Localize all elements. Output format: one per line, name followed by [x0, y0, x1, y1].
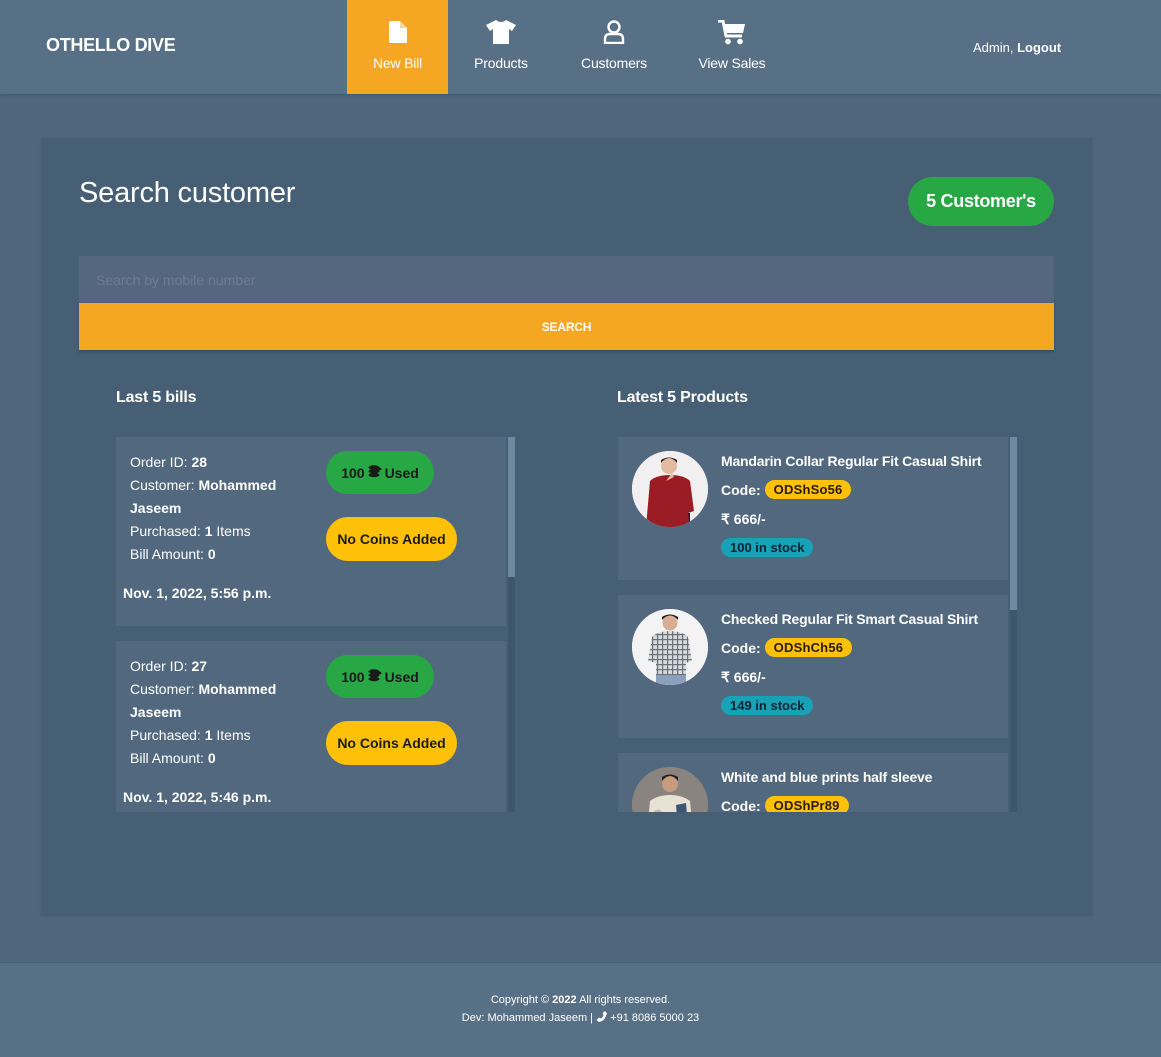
- search-input[interactable]: [79, 256, 1054, 303]
- username: Admin,: [973, 40, 1014, 55]
- product-name: White and blue prints half sleeve: [721, 769, 933, 785]
- last-bills-title: Last 5 bills: [116, 389, 197, 406]
- bills-list: Order ID: 28 Customer: Mohammed Jaseem P…: [116, 437, 515, 812]
- product-code-row: Code: ODShCh56: [721, 638, 853, 657]
- nav-label: Customers: [581, 55, 647, 71]
- nav-label: Products: [474, 55, 528, 71]
- copyright-year: 2022: [552, 994, 577, 1006]
- logout-link[interactable]: Logout: [1017, 40, 1061, 55]
- navbar: OTHELLO DIVE New Bill Products Customers…: [0, 0, 1161, 94]
- bill-amount: 0: [207, 546, 216, 562]
- order-id-row: Order ID: 28: [130, 454, 208, 470]
- product-code-badge: ODShSo56: [764, 480, 852, 499]
- bill-card[interactable]: Order ID: 27 Customer: Mohammed Jaseem P…: [116, 641, 506, 812]
- nav-item-view-sales[interactable]: View Sales: [690, 0, 774, 94]
- stock-badge: 149 in stock: [721, 696, 814, 715]
- coins-used-badge: 100 Used: [326, 451, 434, 494]
- copyright-line: Copyright © 2022 All rights reserved.: [490, 994, 671, 1006]
- product-price: ₹ 666/-: [721, 511, 766, 527]
- footer: Copyright © 2022 All rights reserved. De…: [0, 962, 1161, 1057]
- product-code-row: Code: ODShSo56: [721, 480, 852, 499]
- user-area: Admin, Logout: [973, 40, 1061, 55]
- main-card: Search customer 5 Customer's SEARCH Last…: [41, 138, 1092, 916]
- product-name: Mandarin Collar Regular Fit Casual Shirt: [721, 453, 982, 469]
- purchased-count: 1: [204, 523, 213, 539]
- product-image: [632, 767, 708, 812]
- customer-count-badge: 5 Customer's: [908, 177, 1054, 226]
- product-image: [632, 451, 708, 527]
- bill-date: Nov. 1, 2022, 5:46 p.m.: [123, 789, 272, 805]
- product-card[interactable]: Checked Regular Fit Smart Casual Shirt C…: [618, 595, 1008, 738]
- cart-icon: [718, 19, 746, 45]
- purchased-count: 1: [204, 727, 213, 743]
- order-id-row: Order ID: 27: [130, 658, 208, 674]
- bill-card[interactable]: Order ID: 28 Customer: Mohammed Jaseem P…: [116, 437, 506, 626]
- nav-label: New Bill: [373, 55, 422, 71]
- bills-scrollbar-thumb[interactable]: [508, 437, 515, 577]
- coins-added-badge: No Coins Added: [326, 517, 457, 561]
- product-code-badge: ODShPr89: [764, 796, 849, 812]
- nav-item-products[interactable]: Products: [455, 0, 547, 94]
- coins-used-badge: 100 Used: [326, 655, 434, 698]
- product-price: ₹ 666/-: [721, 669, 766, 685]
- stock-badge: 100 in stock: [721, 538, 814, 557]
- products-scrollbar-thumb[interactable]: [1010, 437, 1017, 610]
- phone-number[interactable]: +91 8086 5000 23: [610, 1012, 699, 1024]
- product-code-badge: ODShCh56: [764, 638, 853, 657]
- latest-products-title: Latest 5 Products: [617, 389, 748, 406]
- bill-info: Order ID: 28 Customer: Mohammed Jaseem P…: [130, 451, 305, 566]
- search-button[interactable]: SEARCH: [79, 303, 1054, 350]
- developer-line: Dev: Mohammed Jaseem | +91 8086 5000 23: [461, 1011, 700, 1024]
- phone-icon: [596, 1011, 610, 1024]
- product-code-row: Code: ODShPr89: [721, 796, 849, 812]
- bill-date: Nov. 1, 2022, 5:56 p.m.: [123, 585, 272, 601]
- bill-amount-row: Bill Amount: 0: [130, 546, 216, 562]
- file-icon: [388, 19, 407, 45]
- nav-item-new-bill[interactable]: New Bill: [347, 0, 448, 94]
- nav-label: View Sales: [698, 55, 766, 71]
- user-icon: [603, 19, 625, 45]
- purchased-row: Purchased: 1 Items: [130, 727, 251, 743]
- order-id: 28: [191, 454, 208, 470]
- customer-row: Customer: Mohammed Jaseem: [130, 477, 277, 516]
- bill-info: Order ID: 27 Customer: Mohammed Jaseem P…: [130, 655, 305, 770]
- page-title: Search customer: [79, 177, 296, 209]
- bill-amount-row: Bill Amount: 0: [130, 750, 216, 766]
- product-image: [632, 609, 708, 685]
- product-name: Checked Regular Fit Smart Casual Shirt: [721, 611, 978, 627]
- tshirt-icon: [486, 19, 516, 45]
- coins-added-badge: No Coins Added: [326, 721, 457, 765]
- order-id: 27: [191, 658, 208, 674]
- brand-logo[interactable]: OTHELLO DIVE: [46, 35, 176, 56]
- product-card[interactable]: Mandarin Collar Regular Fit Casual Shirt…: [618, 437, 1008, 580]
- product-card[interactable]: White and blue prints half sleeve Code: …: [618, 753, 1008, 812]
- nav-item-customers[interactable]: Customers: [570, 0, 658, 94]
- coins-icon: [368, 668, 382, 685]
- purchased-row: Purchased: 1 Items: [130, 523, 251, 539]
- customer-row: Customer: Mohammed Jaseem: [130, 681, 277, 720]
- bill-amount: 0: [207, 750, 216, 766]
- products-list: Mandarin Collar Regular Fit Casual Shirt…: [618, 437, 1017, 812]
- bills-scrollbar[interactable]: [508, 437, 515, 812]
- coins-icon: [368, 464, 382, 481]
- products-scrollbar[interactable]: [1010, 437, 1017, 812]
